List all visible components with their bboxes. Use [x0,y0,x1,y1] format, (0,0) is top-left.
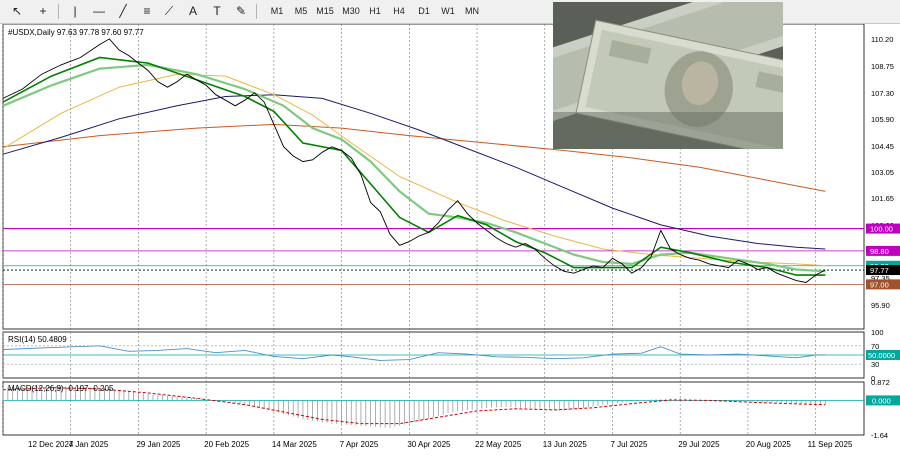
y-tick-label: 103.05 [871,168,894,177]
y-tick-label: 108.75 [871,62,894,71]
macd-zero-label: 0.000 [872,396,891,405]
x-tick-label: 7 Jul 2025 [610,440,647,449]
x-tick-label: 7 Apr 2025 [340,440,379,449]
crosshair-icon[interactable]: + [34,3,52,20]
symbol-header: #USDX,Daily 97.63 97.78 97.60 97.77 [8,28,144,37]
y-tick-label: 104.45 [871,142,894,151]
timeframe-button-mn[interactable]: MN [461,3,483,20]
macd-tick-label: -1.64 [871,431,888,440]
x-tick-label: 11 Sep 2025 [808,440,853,449]
x-tick-label: 29 Jul 2025 [678,440,720,449]
x-tick-label: 30 Apr 2025 [407,440,451,449]
y-tick-label: 107.30 [871,89,894,98]
timeframe-button-h4[interactable]: H4 [388,3,410,20]
text-label-icon[interactable]: T [208,3,226,20]
x-tick-label: 7 Jan 2025 [69,440,109,449]
timeframe-button-w1[interactable]: W1 [437,3,459,20]
text-icon[interactable]: A [184,3,202,20]
x-tick-label: 12 Dec 2024 [28,440,74,449]
dollar-bills-photo [553,2,783,149]
y-tick-label: 110.20 [871,35,893,44]
level-label: 98.80 [870,247,889,256]
rsi-level-label: 50.0000 [868,351,895,360]
x-tick-label: 22 May 2025 [475,440,522,449]
level-label: 100.00 [870,225,893,234]
rsi-label: RSI(14) 50.4809 [8,335,67,344]
timeframe-button-m5[interactable]: M5 [290,3,312,20]
cursor-icon[interactable]: ↖ [8,3,26,20]
y-tick-label: 105.90 [871,115,894,124]
x-tick-label: 29 Jan 2025 [136,440,181,449]
toolbar-separator [256,4,257,19]
horizontal-line-icon[interactable]: — [90,3,108,20]
rsi-tick-label: 70 [871,342,879,351]
trendline-icon[interactable]: ╱ [114,3,132,20]
timeframe-button-m30[interactable]: M30 [340,3,362,20]
timeframe-button-h1[interactable]: H1 [364,3,386,20]
rsi-tick-label: 100 [871,328,884,337]
rsi-line [2,345,826,361]
y-tick-label: 95.90 [871,301,890,310]
macd-tick-label: 0.872 [871,378,890,387]
timeframe-button-d1[interactable]: D1 [413,3,435,20]
level-label: 97.00 [870,280,889,289]
fibonacci-icon[interactable]: ≡ [138,3,156,20]
vertical-line-icon[interactable]: | [66,3,84,20]
toolbar-separator [58,4,59,19]
timeframe-button-m1[interactable]: M1 [266,3,288,20]
x-tick-label: 14 Mar 2025 [272,440,317,449]
x-tick-label: 20 Feb 2025 [204,440,249,449]
level-label: 97.77 [870,266,889,275]
x-tick-label: 20 Aug 2025 [746,440,791,449]
macd-label: MACD(12,26,9) -0.197 -0.205 [8,384,114,393]
y-tick-label: 101.65 [871,194,894,203]
shapes-icon[interactable]: ✎ [232,3,250,20]
x-tick-label: 13 Jun 2025 [543,440,588,449]
gann-fan-icon[interactable]: ⟋ [160,3,178,20]
timeframe-button-m15[interactable]: M15 [314,3,336,20]
rsi-tick-label: 30 [871,360,879,369]
